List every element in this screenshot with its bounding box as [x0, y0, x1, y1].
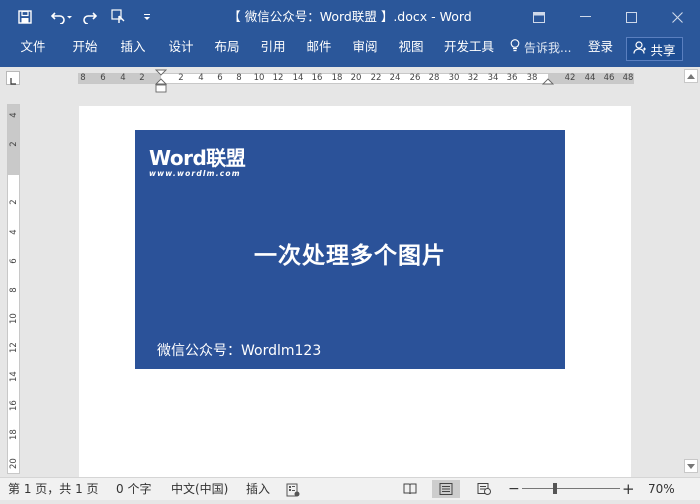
- scroll-up-icon[interactable]: [684, 69, 698, 83]
- ruler-number: 2: [9, 199, 19, 205]
- ruler-number: 8: [236, 73, 242, 83]
- ruler-number: 48: [622, 73, 634, 83]
- ruler-number: 2: [9, 141, 19, 147]
- ruler-number: 16: [9, 400, 19, 411]
- web-layout-icon[interactable]: [470, 480, 498, 498]
- logo: Word联盟 www.wordlm.com: [149, 142, 246, 178]
- ruler-number: 10: [9, 313, 19, 324]
- ruler-number: 6: [100, 73, 106, 83]
- tab-developer[interactable]: 开发工具: [442, 34, 496, 62]
- ruler-number: 6: [9, 258, 19, 264]
- ruler-number: 30: [448, 73, 460, 83]
- undo-icon[interactable]: [48, 0, 76, 34]
- logo-url-text: www.wordlm.com: [149, 169, 241, 178]
- tell-me-label: 告诉我...: [524, 41, 572, 55]
- banner-headline: 一次处理多个图片: [254, 243, 446, 269]
- zoom-slider-thumb[interactable]: [553, 483, 557, 494]
- ruler-number: 4: [120, 73, 126, 83]
- ruler-number: 46: [603, 73, 615, 83]
- tab-references[interactable]: 引用: [258, 34, 288, 62]
- ruler-number: 18: [331, 73, 343, 83]
- scroll-down-icon[interactable]: [684, 459, 698, 473]
- ruler-number: 8: [80, 73, 86, 83]
- ruler-number: 14: [9, 371, 19, 382]
- ruler-number: 26: [409, 73, 421, 83]
- zoom-out-button[interactable]: −: [508, 478, 520, 500]
- customize-qat-icon[interactable]: [138, 0, 156, 34]
- banner-image[interactable]: Word联盟 www.wordlm.com 一次处理多个图片 微信公众号：Wor…: [135, 130, 565, 369]
- zoom-in-button[interactable]: +: [622, 478, 635, 500]
- ruler-number: 38: [526, 73, 538, 83]
- ruler-number: 42: [564, 73, 576, 83]
- ruler-number: 4: [198, 73, 204, 83]
- ribbon-tabs: 文件 开始 插入 设计 布局 引用 邮件 审阅 视图 开发工具 告诉我... 登…: [0, 34, 700, 67]
- ruler-number: 32: [467, 73, 479, 83]
- ribbon-display-options-icon[interactable]: [516, 0, 562, 34]
- ruler-area: 8 6 4 2 2 4 6 8 10 12 14 16 18 20 22 24 …: [0, 67, 700, 93]
- vertical-scrollbar[interactable]: [682, 67, 700, 477]
- zoom-level[interactable]: 70%: [648, 478, 675, 500]
- tab-home[interactable]: 开始: [70, 34, 100, 62]
- ruler-number: 12: [272, 73, 284, 83]
- ruler-number: 14: [292, 73, 304, 83]
- maximize-icon[interactable]: [608, 0, 654, 34]
- lightbulb-icon: [510, 35, 520, 61]
- touch-mode-icon[interactable]: [106, 0, 132, 34]
- vertical-ruler[interactable]: 4 2 2 4 6 8 10 12 14 16 18 20: [7, 104, 20, 474]
- insert-mode[interactable]: 插入: [246, 478, 270, 500]
- ruler-number: 2: [139, 73, 145, 83]
- zoom-slider-track[interactable]: [522, 488, 620, 489]
- ruler-number: 4: [9, 229, 19, 235]
- ruler-number: 44: [584, 73, 596, 83]
- ruler-number: 16: [311, 73, 323, 83]
- ruler-number: 6: [217, 73, 223, 83]
- person-icon: [633, 41, 647, 57]
- read-mode-icon[interactable]: [396, 480, 424, 498]
- page-count[interactable]: 第 1 页，共 1 页: [8, 478, 99, 500]
- tab-layout[interactable]: 布局: [212, 34, 242, 62]
- ruler-number: 4: [9, 112, 19, 118]
- tab-review[interactable]: 审阅: [350, 34, 380, 62]
- tell-me-box[interactable]: 告诉我...: [510, 34, 571, 62]
- tab-insert[interactable]: 插入: [118, 34, 148, 62]
- ruler-number: 22: [370, 73, 382, 83]
- tab-mailings[interactable]: 邮件: [304, 34, 334, 62]
- ruler-number: 8: [9, 287, 19, 293]
- ruler-number: 10: [253, 73, 265, 83]
- indent-markers[interactable]: [155, 69, 167, 95]
- ruler-number: 36: [506, 73, 518, 83]
- logo-main-text: Word联盟: [149, 146, 246, 170]
- ruler-number: 2: [178, 73, 184, 83]
- title-bar: 【 微信公众号：Word联盟 】.docx - Word: [0, 0, 700, 34]
- tab-design[interactable]: 设计: [166, 34, 196, 62]
- macro-record-icon[interactable]: [286, 482, 300, 497]
- tab-view[interactable]: 视图: [396, 34, 426, 62]
- ruler-number: 12: [9, 342, 19, 353]
- tab-file[interactable]: 文件: [18, 34, 48, 62]
- minimize-icon[interactable]: [562, 0, 608, 34]
- banner-footer-text: 微信公众号：Wordlm123: [157, 343, 322, 359]
- redo-icon[interactable]: [76, 0, 102, 34]
- quick-access-toolbar: [0, 0, 156, 34]
- share-button[interactable]: 共享: [626, 37, 683, 61]
- ruler-number: 20: [9, 458, 19, 469]
- tab-selector[interactable]: [6, 71, 20, 85]
- status-bar: 第 1 页，共 1 页 0 个字 中文(中国) 插入 − + 70%: [0, 477, 700, 500]
- close-icon[interactable]: [654, 0, 700, 34]
- word-count[interactable]: 0 个字: [116, 478, 151, 500]
- document-title: 【 微信公众号：Word联盟 】.docx - Word: [228, 9, 472, 24]
- window-controls: [516, 0, 700, 34]
- ruler-number: 28: [428, 73, 440, 83]
- login-button[interactable]: 登录: [588, 34, 613, 62]
- right-indent-marker[interactable]: [542, 78, 554, 88]
- language-indicator[interactable]: 中文(中国): [171, 478, 228, 500]
- ruler-number: 20: [350, 73, 362, 83]
- print-layout-icon[interactable]: [432, 480, 460, 498]
- share-label: 共享: [650, 42, 676, 58]
- ruler-number: 34: [487, 73, 499, 83]
- save-icon[interactable]: [14, 0, 36, 34]
- ruler-number: 18: [9, 429, 19, 440]
- ruler-number: 24: [389, 73, 401, 83]
- document-page[interactable]: Word联盟 www.wordlm.com 一次处理多个图片 微信公众号：Wor…: [79, 106, 631, 478]
